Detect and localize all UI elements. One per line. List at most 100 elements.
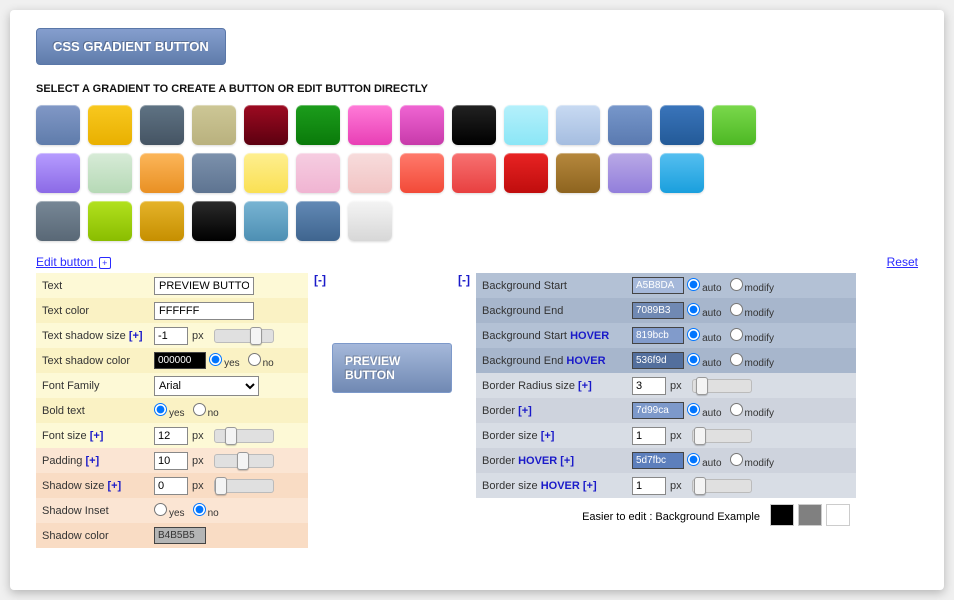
number-input[interactable] xyxy=(632,477,666,495)
modify-radio[interactable] xyxy=(730,303,743,316)
gradient-swatch[interactable] xyxy=(192,105,236,145)
slider-thumb[interactable] xyxy=(694,427,706,445)
auto-radio[interactable] xyxy=(687,353,700,366)
text-input[interactable] xyxy=(154,277,254,295)
expand-icon[interactable]: [+] xyxy=(560,455,574,467)
color-box[interactable]: 5d7fbc xyxy=(632,452,684,469)
modify-radio[interactable] xyxy=(730,353,743,366)
gradient-swatch[interactable] xyxy=(556,105,600,145)
gradient-swatch[interactable] xyxy=(244,105,288,145)
number-input[interactable] xyxy=(154,477,188,495)
auto-radio[interactable] xyxy=(687,453,700,466)
gradient-swatch[interactable] xyxy=(192,201,236,241)
gradient-swatch[interactable] xyxy=(452,105,496,145)
modify-radio[interactable] xyxy=(730,403,743,416)
slider-thumb[interactable] xyxy=(696,377,708,395)
font-family-select[interactable]: Arial xyxy=(154,376,259,396)
yes-radio[interactable] xyxy=(154,503,167,516)
gradient-swatch[interactable] xyxy=(608,105,652,145)
css-gradient-top-button[interactable]: CSS GRADIENT BUTTON xyxy=(36,28,226,65)
gradient-swatch[interactable] xyxy=(712,105,756,145)
auto-radio[interactable] xyxy=(687,328,700,341)
gradient-swatch[interactable] xyxy=(140,153,184,193)
number-input[interactable] xyxy=(154,327,188,345)
gradient-swatch[interactable] xyxy=(348,105,392,145)
background-example-swatch[interactable] xyxy=(798,504,822,526)
expand-icon[interactable]: [+] xyxy=(129,330,143,342)
expand-icon[interactable]: [+] xyxy=(578,380,592,392)
slider-thumb[interactable] xyxy=(225,427,237,445)
reset-link[interactable]: Reset xyxy=(887,255,918,269)
gradient-swatch[interactable] xyxy=(504,153,548,193)
expand-icon[interactable]: [+] xyxy=(107,480,121,492)
color-box[interactable]: B4B5B5 xyxy=(154,527,206,544)
modify-radio[interactable] xyxy=(730,278,743,291)
gradient-swatch[interactable] xyxy=(296,153,340,193)
gradient-swatch[interactable] xyxy=(88,153,132,193)
gradient-swatch[interactable] xyxy=(452,153,496,193)
number-input[interactable] xyxy=(632,377,666,395)
collapse-right-toggle[interactable]: [-] xyxy=(458,273,470,287)
color-box[interactable]: 7d99ca xyxy=(632,402,684,419)
modify-radio[interactable] xyxy=(730,328,743,341)
auto-radio[interactable] xyxy=(687,303,700,316)
slider-thumb[interactable] xyxy=(694,477,706,495)
gradient-swatch[interactable] xyxy=(504,105,548,145)
color-box[interactable]: 7089B3 xyxy=(632,302,684,319)
expand-icon[interactable]: [+] xyxy=(541,430,555,442)
slider-track[interactable] xyxy=(214,454,274,468)
gradient-swatch[interactable] xyxy=(660,153,704,193)
gradient-swatch[interactable] xyxy=(348,201,392,241)
gradient-swatch[interactable] xyxy=(660,105,704,145)
color-box[interactable]: 819bcb xyxy=(632,327,684,344)
text-input[interactable] xyxy=(154,302,254,320)
gradient-swatch[interactable] xyxy=(348,153,392,193)
expand-icon[interactable]: [+] xyxy=(85,455,99,467)
color-box[interactable]: 536f9d xyxy=(632,352,684,369)
background-example-swatch[interactable] xyxy=(826,504,850,526)
collapse-left-toggle[interactable]: [-] xyxy=(314,273,326,287)
expand-icon[interactable]: [+] xyxy=(583,480,597,492)
expand-icon[interactable]: [+] xyxy=(90,430,104,442)
preview-button[interactable]: PREVIEW BUTTON xyxy=(332,343,452,393)
expand-icon[interactable]: [+] xyxy=(518,405,532,417)
no-radio[interactable] xyxy=(193,503,206,516)
edit-button-link[interactable]: Edit button + xyxy=(36,255,111,269)
slider-thumb[interactable] xyxy=(250,327,262,345)
number-input[interactable] xyxy=(632,427,666,445)
slider-track[interactable] xyxy=(214,329,274,343)
gradient-swatch[interactable] xyxy=(296,105,340,145)
gradient-swatch[interactable] xyxy=(400,153,444,193)
slider-track[interactable] xyxy=(692,429,752,443)
color-box[interactable]: 000000 xyxy=(154,352,206,369)
gradient-swatch[interactable] xyxy=(192,153,236,193)
gradient-swatch[interactable] xyxy=(608,153,652,193)
auto-radio[interactable] xyxy=(687,403,700,416)
slider-thumb[interactable] xyxy=(215,477,227,495)
gradient-swatch[interactable] xyxy=(556,153,600,193)
number-input[interactable] xyxy=(154,427,188,445)
background-example-swatch[interactable] xyxy=(770,504,794,526)
no-radio[interactable] xyxy=(193,403,206,416)
slider-track[interactable] xyxy=(692,379,752,393)
slider-track[interactable] xyxy=(692,479,752,493)
no-radio[interactable] xyxy=(248,353,261,366)
gradient-swatch[interactable] xyxy=(36,105,80,145)
gradient-swatch[interactable] xyxy=(88,201,132,241)
gradient-swatch[interactable] xyxy=(244,153,288,193)
slider-thumb[interactable] xyxy=(237,452,249,470)
modify-radio[interactable] xyxy=(730,453,743,466)
auto-radio[interactable] xyxy=(687,278,700,291)
gradient-swatch[interactable] xyxy=(400,105,444,145)
gradient-swatch[interactable] xyxy=(296,201,340,241)
slider-track[interactable] xyxy=(214,429,274,443)
slider-track[interactable] xyxy=(214,479,274,493)
yes-radio[interactable] xyxy=(154,403,167,416)
gradient-swatch[interactable] xyxy=(140,105,184,145)
gradient-swatch[interactable] xyxy=(140,201,184,241)
yes-radio[interactable] xyxy=(209,353,222,366)
color-box[interactable]: A5B8DA xyxy=(632,277,684,294)
number-input[interactable] xyxy=(154,452,188,470)
gradient-swatch[interactable] xyxy=(36,153,80,193)
gradient-swatch[interactable] xyxy=(244,201,288,241)
